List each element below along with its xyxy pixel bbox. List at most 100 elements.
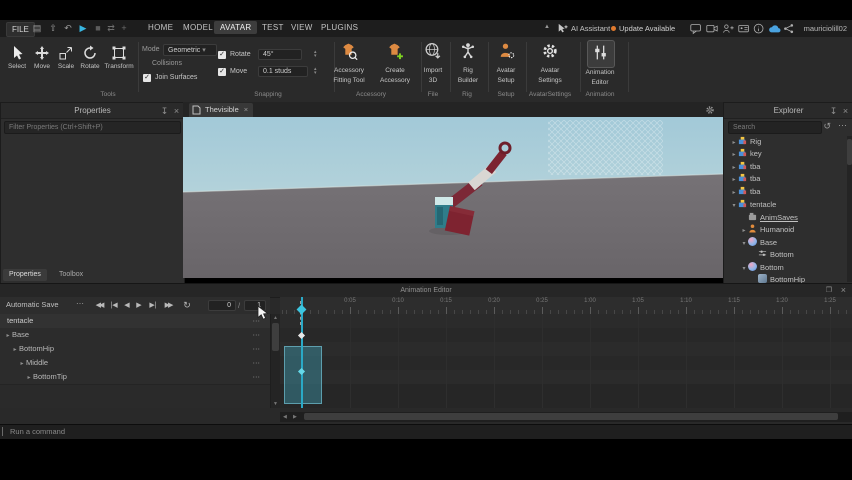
scrollbar-handle[interactable] (272, 323, 279, 351)
skip-forward-button[interactable]: ▶▶ (161, 300, 175, 311)
info-icon[interactable] (753, 23, 765, 35)
tree-item-bottom[interactable]: ▾ Bottom (724, 262, 847, 274)
close-tab-icon[interactable]: × (244, 105, 248, 114)
track-row-bottomhip[interactable]: ▸ BottomHip ⋯ (0, 342, 270, 357)
explorer-scrollbar[interactable] (847, 136, 852, 282)
track-row-bottomtip[interactable]: ▸ BottomTip ⋯ (0, 370, 270, 385)
avatar-settings-button[interactable]: Avatar Settings (528, 42, 572, 84)
join-surfaces-checkbox[interactable]: ✓ (143, 74, 151, 82)
stepper-down-icon[interactable]: ▾ (314, 53, 317, 59)
pin-icon[interactable]: ↧ (159, 104, 170, 119)
tab-toolbox-bottom[interactable]: Toolbox (53, 269, 89, 281)
tab-view[interactable]: VIEW (285, 21, 319, 34)
loop-button[interactable]: ↻ (182, 300, 192, 311)
add-icon[interactable]: + (118, 22, 130, 34)
connect-icon[interactable] (783, 23, 795, 35)
id-badge-icon[interactable] (738, 23, 750, 35)
collapse-ribbon-icon[interactable]: ▲ (544, 24, 550, 30)
avatar-setup-button[interactable]: Avatar Setup (484, 42, 528, 84)
expand-icon[interactable]: ▸ (730, 187, 738, 199)
animation-editor-button[interactable]: Animation Editor (578, 40, 622, 86)
move-stepper[interactable]: ▴ ▾ (314, 67, 317, 76)
expand-icon[interactable]: ▸ (4, 329, 12, 343)
username-label[interactable]: mauriciolill02 (804, 24, 847, 33)
tab-avatar[interactable]: AVATAR (214, 21, 258, 34)
scroll-up-icon[interactable]: ▲ (271, 315, 280, 321)
collapse-tree-icon[interactable]: ▾ (730, 200, 738, 212)
skip-backward-button[interactable]: ◀◀ (92, 300, 106, 311)
step-backward-button[interactable]: ◀ (122, 300, 132, 311)
select-tool-button[interactable]: Select (4, 45, 30, 70)
tab-plugins[interactable]: PLUGINS (315, 21, 364, 34)
playhead-position-input[interactable]: 0 (208, 300, 236, 311)
rotate-tool-button[interactable]: Rotate (77, 45, 103, 70)
expand-icon[interactable]: ▸ (730, 174, 738, 186)
stop-icon[interactable]: ■ (92, 22, 104, 34)
timeline-area[interactable] (280, 314, 852, 408)
history-icon[interactable]: ↺ (823, 121, 831, 132)
tree-item-tba-1[interactable]: ▸ tba (724, 161, 847, 173)
swap-icon[interactable]: ⇄ (105, 22, 117, 34)
place-tab[interactable]: Thevisible × (189, 103, 254, 117)
step-forward-button[interactable]: ▶| (147, 300, 159, 311)
play-button[interactable]: ▶ (134, 300, 144, 311)
tab-model[interactable]: MODEL (177, 21, 219, 34)
close-icon[interactable]: × (841, 284, 846, 297)
mode-dropdown[interactable]: Geometric ▾ (163, 44, 217, 56)
tab-properties-bottom[interactable]: Properties (3, 269, 47, 281)
undo-icon[interactable]: ↶ (62, 22, 74, 34)
pin-icon[interactable]: ↧ (828, 104, 839, 119)
rotate-stepper[interactable]: ▴ ▾ (314, 50, 317, 59)
command-input[interactable]: Run a command (0, 427, 65, 436)
rig-name-row[interactable]: tentacle ⋯ (0, 314, 270, 329)
expand-icon[interactable]: ▸ (730, 149, 738, 161)
tracks-vertical-scrollbar[interactable]: ▲ ▼ (270, 314, 280, 408)
track-row-middle[interactable]: ▸ Middle ⋯ (0, 356, 270, 371)
new-document-icon[interactable]: ▤ (31, 22, 43, 34)
scale-tool-button[interactable]: Scale (53, 45, 79, 70)
stepper-down-icon[interactable]: ▾ (314, 70, 317, 76)
viewport-3d[interactable] (183, 117, 723, 278)
close-icon[interactable]: × (840, 104, 851, 119)
track-menu-icon[interactable]: ⋯ (253, 356, 261, 370)
chat-icon[interactable] (690, 23, 702, 35)
autosave-dropdown[interactable]: Automatic Save (6, 300, 70, 309)
expand-icon[interactable]: ▸ (11, 343, 19, 357)
track-menu-icon[interactable]: ⋯ (253, 370, 261, 384)
dock-icon[interactable]: ❐ (826, 284, 832, 297)
move-snap-value[interactable]: 0.1 studs (258, 66, 308, 77)
add-friend-icon[interactable] (722, 23, 734, 35)
publish-icon[interactable]: ⇧ (47, 22, 59, 34)
move-snap-checkbox[interactable]: ✓ (218, 68, 226, 76)
tree-item-tentacle[interactable]: ▾ tentacle (724, 199, 847, 211)
tree-item-tba-3[interactable]: ▸ tba (724, 186, 847, 198)
accessory-fitting-tool-button[interactable]: Accessory Fitting Tool (327, 42, 371, 84)
rotate-snap-value[interactable]: 45° (258, 49, 302, 60)
explorer-search-input[interactable]: Search (728, 121, 822, 134)
timeline-ruler[interactable]: 0:05 0:10 0:15 0:20 0:25 1:00 1:05 1:10 … (280, 297, 852, 315)
collisions-label[interactable]: Collisions (152, 60, 182, 67)
timeline-horizontal-scrollbar[interactable]: ◀ ▶ (280, 412, 852, 422)
scroll-left-icon[interactable]: ◀ (283, 414, 287, 420)
cloud-sync-icon[interactable] (768, 23, 781, 35)
rotate-snap-checkbox[interactable]: ✓ (218, 51, 226, 59)
video-icon[interactable] (706, 23, 718, 35)
go-to-start-button[interactable]: |◀ (108, 300, 120, 311)
track-menu-icon[interactable]: ⋯ (253, 328, 261, 342)
tree-item-animsaves[interactable]: AnimSaves (724, 212, 847, 224)
viewport-settings-gear-icon[interactable] (705, 105, 715, 115)
play-icon[interactable]: ▶ (77, 22, 89, 34)
scroll-down-icon[interactable]: ▼ (271, 401, 280, 407)
tab-home[interactable]: HOME (142, 21, 179, 34)
move-tool-button[interactable]: Move (29, 45, 55, 70)
tree-item-tba-2[interactable]: ▸ tba (724, 173, 847, 185)
properties-filter-input[interactable]: Filter Properties (Ctrl+Shift+P) (4, 121, 181, 134)
tree-item-humanoid[interactable]: ▸ Humanoid (724, 224, 847, 236)
more-options-icon[interactable]: ⋯ (76, 299, 84, 308)
tree-item-key[interactable]: ▸ key (724, 148, 847, 160)
update-available-label[interactable]: Update Available (619, 24, 675, 33)
tree-item-bottom-bone[interactable]: Bottom (724, 249, 847, 261)
scrollbar-handle[interactable] (847, 139, 852, 165)
scroll-right-icon[interactable]: ▶ (293, 414, 297, 420)
scrollbar-handle[interactable] (304, 413, 838, 420)
